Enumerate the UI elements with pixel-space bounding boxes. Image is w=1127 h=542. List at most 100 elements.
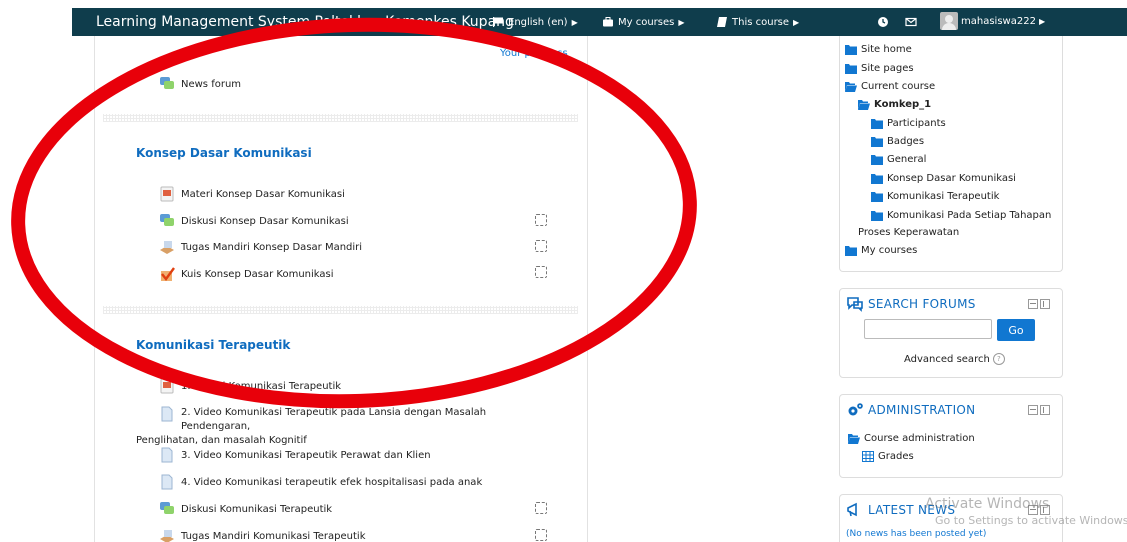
completion-checkbox[interactable]: [535, 529, 547, 541]
list-item[interactable]: Materi Konsep Dasar Komunikasi: [159, 186, 345, 202]
help-icon[interactable]: ?: [992, 353, 1005, 365]
user-menu[interactable]: mahasiswa222 ▶: [940, 12, 1045, 30]
no-news-text: (No news has been posted yet): [846, 529, 987, 539]
completion-checkbox[interactable]: [535, 502, 547, 514]
dock-icon[interactable]: [1040, 299, 1050, 309]
activity-label: 3. Video Komunikasi Terapeutik Perawat d…: [181, 449, 431, 461]
your-progress-link[interactable]: Your progress: [500, 48, 568, 59]
this-course-menu[interactable]: This course ▶: [716, 16, 799, 28]
list-item[interactable]: 2. Video Komunikasi Terapeutik pada Lans…: [136, 406, 546, 448]
caret-right-icon: ▶: [678, 17, 685, 27]
news-forum-activity[interactable]: News forum: [159, 76, 241, 92]
language-menu[interactable]: English (en) ▶: [492, 16, 578, 28]
activity-label: Diskusi Konsep Dasar Komunikasi: [181, 215, 349, 227]
assignment-icon: [160, 530, 174, 542]
folder-icon: [871, 137, 883, 147]
flag-icon: [493, 17, 503, 27]
folder-icon: [845, 45, 857, 55]
minimize-icon[interactable]: [1028, 405, 1038, 415]
advanced-search-label: Advanced search: [904, 353, 990, 365]
nav-general[interactable]: General: [871, 154, 926, 165]
dock-icon[interactable]: [1040, 505, 1050, 515]
caret-right-icon: ▶: [793, 17, 800, 27]
folder-open-icon: [845, 82, 857, 92]
quiz-icon: [161, 267, 175, 281]
nav-course-komkep[interactable]: Komkep_1: [858, 99, 931, 110]
activity-label: Materi Konsep Dasar Komunikasi: [181, 188, 345, 200]
my-courses-menu[interactable]: My courses ▶: [602, 16, 685, 28]
search-input[interactable]: [864, 319, 992, 339]
list-item[interactable]: 4. Video Komunikasi terapeutik efek hosp…: [159, 474, 482, 490]
list-item[interactable]: Diskusi Komunikasi Terapeutik: [159, 501, 332, 517]
completion-checkbox[interactable]: [535, 240, 547, 252]
nav-badges[interactable]: Badges: [871, 136, 924, 147]
my-courses-label: My courses: [618, 16, 675, 28]
nav-site-home[interactable]: Site home: [845, 44, 912, 55]
messages-button[interactable]: [904, 15, 918, 29]
nav-label: Komunikasi Pada Setiap Tahapan: [887, 210, 1052, 221]
username: mahasiswa222: [961, 15, 1036, 27]
activity-label: News forum: [181, 78, 242, 90]
section-separator: [103, 114, 578, 122]
completion-checkbox[interactable]: [535, 266, 547, 278]
search-forums-block: SEARCH FORUMS Go Advanced search ?: [839, 288, 1063, 378]
activity-label: Kuis Konsep Dasar Komunikasi: [181, 268, 334, 280]
folder-open-icon: [858, 100, 870, 110]
table-icon: [862, 451, 874, 462]
completion-checkbox[interactable]: [535, 214, 547, 226]
activity-label: Diskusi Komunikasi Terapeutik: [181, 503, 333, 515]
nav-my-courses[interactable]: My courses: [845, 245, 917, 256]
caret-right-icon: ▶: [1038, 16, 1046, 26]
nav-participants[interactable]: Participants: [871, 118, 946, 129]
notifications-button[interactable]: [876, 15, 890, 29]
latest-news-block: LATEST NEWS (No news has been posted yet…: [839, 494, 1063, 542]
folder-icon: [871, 155, 883, 165]
minimize-icon[interactable]: [1028, 299, 1038, 309]
briefcase-icon: [603, 17, 613, 27]
list-item[interactable]: 1. Materi Komunikasi Terapeutik: [159, 378, 341, 394]
nav-current-course[interactable]: Current course: [845, 81, 935, 92]
administration-block: ADMINISTRATION Course administration Gra…: [839, 394, 1063, 478]
nav-grades[interactable]: Grades: [862, 451, 914, 462]
activity-label: 4. Video Komunikasi terapeutik efek hosp…: [181, 476, 483, 488]
comments-icon: [847, 297, 863, 312]
list-item[interactable]: Tugas Mandiri Konsep Dasar Mandiri: [159, 239, 362, 255]
block-title: SEARCH FORUMS: [846, 296, 976, 312]
nav-section-tahapan[interactable]: Komunikasi Pada Setiap Tahapan: [871, 210, 1051, 221]
dock-icon[interactable]: [1040, 405, 1050, 415]
nav-section-terapeutik[interactable]: Komunikasi Terapeutik: [871, 191, 999, 202]
folder-icon: [845, 64, 857, 74]
file-icon: [161, 406, 173, 422]
block-controls: [1028, 405, 1050, 415]
section-title-komunikasi-terapeutik[interactable]: Komunikasi Terapeutik: [136, 338, 290, 352]
site-title[interactable]: Learning Management System Poltekkes Kem…: [96, 14, 514, 30]
bullhorn-icon: [847, 502, 857, 517]
nav-section-tahapan-continued[interactable]: Proses Keperawatan: [858, 227, 959, 238]
nav-section-konsep[interactable]: Konsep Dasar Komunikasi: [871, 173, 1016, 184]
nav-label: Site pages: [861, 63, 914, 74]
section-separator: [103, 306, 578, 314]
minimize-icon[interactable]: [1028, 505, 1038, 515]
navigation-block: Site home Site pages Current course Komk…: [839, 36, 1063, 272]
folder-icon: [871, 192, 883, 202]
activity-label: Tugas Mandiri Komunikasi Terapeutik: [181, 530, 366, 542]
nav-site-pages[interactable]: Site pages: [845, 63, 914, 74]
nav-label: Grades: [878, 451, 914, 462]
folder-icon: [845, 246, 857, 256]
folder-icon: [871, 119, 883, 129]
activity-label: 1. Materi Komunikasi Terapeutik: [181, 380, 342, 392]
list-item[interactable]: 3. Video Komunikasi Terapeutik Perawat d…: [159, 447, 431, 463]
list-item[interactable]: Tugas Mandiri Komunikasi Terapeutik: [159, 528, 366, 542]
list-item[interactable]: Diskusi Konsep Dasar Komunikasi: [159, 213, 349, 229]
advanced-search-link[interactable]: Advanced search ?: [904, 353, 1005, 365]
folder-open-icon: [848, 434, 860, 444]
go-button[interactable]: Go: [997, 319, 1035, 341]
list-item[interactable]: Kuis Konsep Dasar Komunikasi: [159, 266, 334, 282]
alarm-icon: [878, 17, 888, 27]
block-title: ADMINISTRATION: [846, 402, 975, 418]
nav-label: My courses: [861, 245, 918, 256]
block-title-text: ADMINISTRATION: [868, 403, 976, 417]
nav-label: Proses Keperawatan: [858, 227, 960, 238]
nav-course-administration[interactable]: Course administration: [848, 433, 975, 444]
section-title-konsep-dasar[interactable]: Konsep Dasar Komunikasi: [136, 146, 312, 160]
